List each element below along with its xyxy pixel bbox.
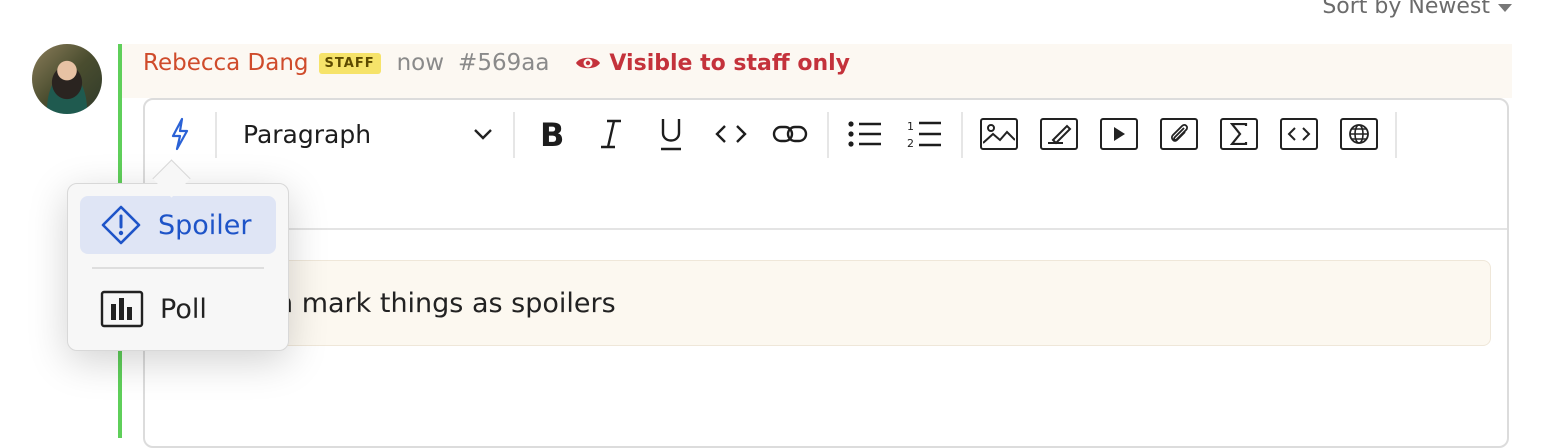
visibility-status: Visible to staff only xyxy=(575,51,850,76)
embed-code-icon[interactable] xyxy=(1279,114,1319,154)
link-icon[interactable] xyxy=(771,114,809,154)
image-icon[interactable] xyxy=(979,114,1019,154)
avatar[interactable] xyxy=(32,44,102,114)
paragraph-style-select[interactable]: Paragraph xyxy=(243,114,493,154)
staff-badge: STAFF xyxy=(318,52,381,74)
spoiler-text: n mark things as spoilers xyxy=(276,288,616,319)
author-name[interactable]: Rebecca Dang xyxy=(143,50,309,76)
rich-text-editor: Paragraph B 12 n mark things as spoilers xyxy=(143,98,1509,448)
menu-item-label: Poll xyxy=(160,293,207,325)
eye-icon xyxy=(576,57,601,69)
web-icon[interactable] xyxy=(1339,114,1379,154)
attachment-icon[interactable] xyxy=(1159,114,1199,154)
insert-menu-popup: Spoiler Poll xyxy=(67,183,289,351)
lightning-icon[interactable] xyxy=(165,114,195,154)
bold-icon[interactable]: B xyxy=(535,114,567,154)
italic-icon[interactable] xyxy=(595,114,627,154)
paragraph-label: Paragraph xyxy=(243,119,372,149)
svg-text:1: 1 xyxy=(907,120,914,133)
visibility-label: Visible to staff only xyxy=(609,50,850,76)
sort-dropdown[interactable]: Sort by Newest xyxy=(1322,0,1512,19)
menu-item-spoiler[interactable]: Spoiler xyxy=(80,196,276,254)
menu-divider xyxy=(92,267,264,269)
svg-text:B: B xyxy=(540,118,564,150)
caret-down-icon xyxy=(1498,3,1512,12)
spoiler-block[interactable]: n mark things as spoilers xyxy=(253,260,1491,346)
menu-item-label: Spoiler xyxy=(158,209,252,241)
post-meta: Rebecca Dang STAFF now #569aa Visible to… xyxy=(143,46,850,80)
post-id[interactable]: #569aa xyxy=(458,50,549,76)
spoiler-warning-icon xyxy=(101,205,141,245)
poll-chart-icon xyxy=(100,290,144,328)
numbered-list-icon[interactable]: 12 xyxy=(905,114,945,154)
svg-text:2: 2 xyxy=(907,137,914,149)
chevron-down-icon xyxy=(474,129,492,140)
menu-item-poll[interactable]: Poll xyxy=(80,280,276,338)
post-time: now xyxy=(396,50,445,76)
video-icon[interactable] xyxy=(1099,114,1139,154)
editor-toolbar: Paragraph B 12 xyxy=(145,100,1507,170)
editor-divider xyxy=(145,228,1507,230)
math-icon[interactable] xyxy=(1219,114,1259,154)
drawing-icon[interactable] xyxy=(1039,114,1079,154)
underline-icon[interactable] xyxy=(655,114,687,154)
code-icon[interactable] xyxy=(713,114,749,154)
sort-label: Sort by Newest xyxy=(1322,0,1490,19)
bullet-list-icon[interactable] xyxy=(845,114,885,154)
